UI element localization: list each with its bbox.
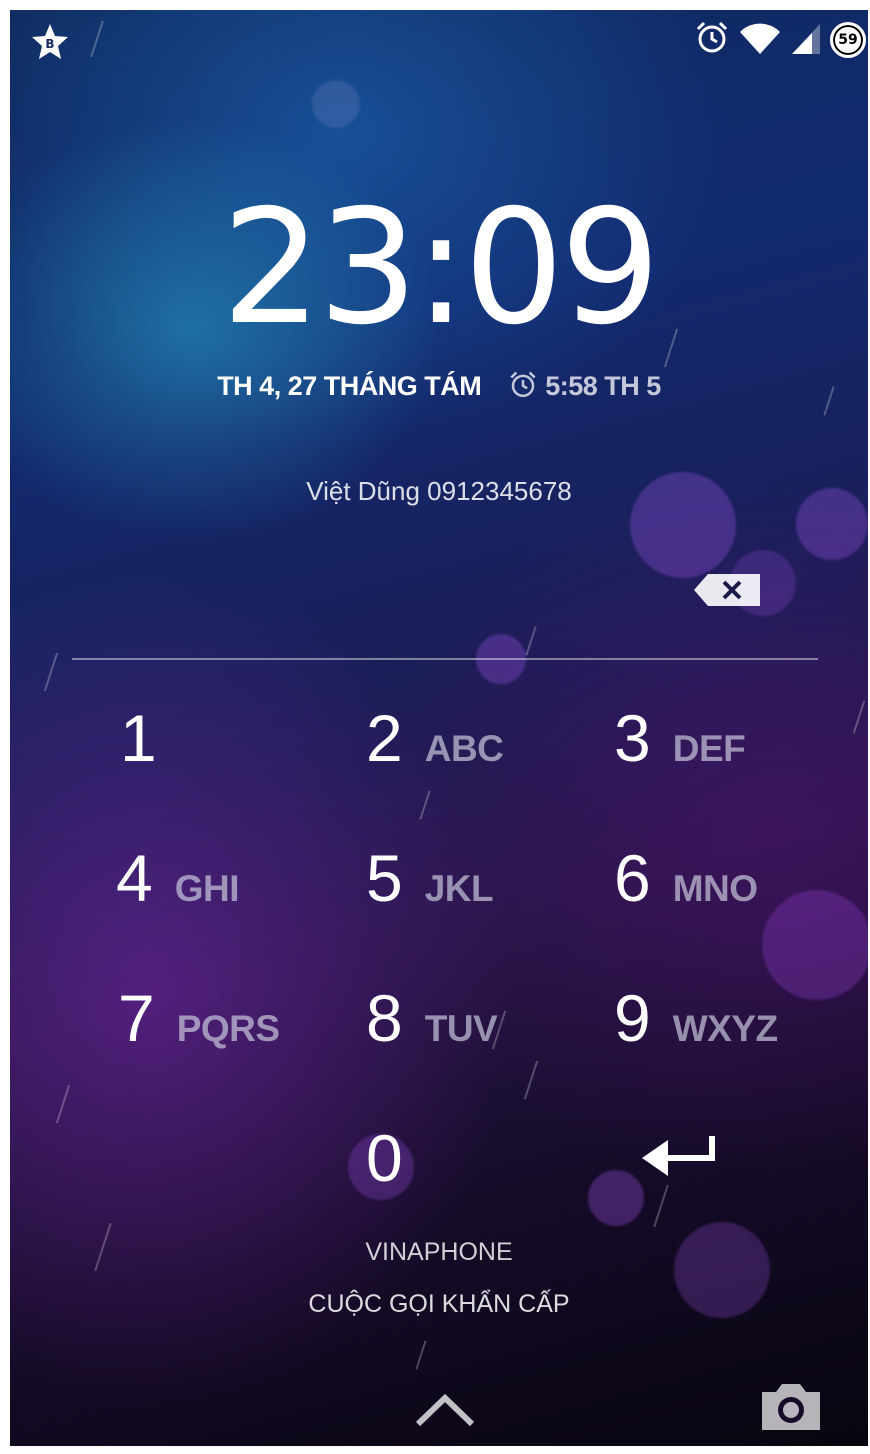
key-0[interactable]: 0 [366, 1108, 403, 1208]
rain-streak [525, 626, 537, 656]
enter-arrow-icon[interactable] [640, 1128, 726, 1184]
key-5[interactable]: 5 JKL [366, 828, 494, 928]
alarm-icon [694, 20, 730, 60]
camera-icon[interactable] [758, 1380, 824, 1434]
rain-streak [43, 652, 59, 692]
key-2[interactable]: 2 ABC [366, 688, 504, 788]
key-3[interactable]: 3 DEF [614, 688, 746, 788]
clock-time: 23:09 [221, 176, 660, 360]
carrier-label: VINAPHONE [365, 1238, 513, 1266]
key-9[interactable]: 9 WXYZ [614, 968, 778, 1068]
status-bar: B 59 [10, 10, 868, 70]
rain-streak [55, 1084, 71, 1124]
key-8[interactable]: 8 TUV [366, 968, 498, 1068]
svg-text:B: B [45, 37, 54, 51]
alarm-icon [510, 371, 536, 398]
date-text: TH 4, 27 THÁNG TÁM [217, 371, 482, 401]
lock-screen: B 59 23:09 TH 4, 27 THÁNG TÁM 5:58 TH 5 … [10, 10, 868, 1446]
rain-streak [419, 790, 431, 820]
next-alarm: 5:58 TH 5 [508, 371, 661, 401]
rain-streak [523, 1060, 539, 1100]
battery-indicator: 59 [830, 22, 866, 58]
battery-level: 59 [838, 32, 858, 48]
key-7[interactable]: 7 PQRS [118, 968, 280, 1068]
backspace-icon[interactable] [694, 574, 760, 606]
pin-divider [72, 658, 818, 660]
rain-streak [653, 1184, 669, 1228]
wifi-icon [738, 20, 782, 60]
rain-streak [415, 1340, 427, 1370]
chevron-up-icon[interactable] [412, 1390, 478, 1430]
next-alarm-time: 5:58 TH 5 [545, 371, 661, 401]
bokeh-light [762, 890, 868, 1000]
star-app-icon: B [30, 22, 70, 66]
bokeh-light [312, 80, 360, 128]
emergency-call-button[interactable]: CUỘC GỌI KHẨN CẤP [10, 1290, 868, 1319]
rain-streak [852, 700, 866, 734]
key-1[interactable]: 1 [120, 688, 157, 788]
signal-icon [790, 20, 822, 60]
owner-info: Việt Dũng 0912345678 [306, 476, 572, 506]
date-row: TH 4, 27 THÁNG TÁM 5:58 TH 5 [10, 370, 868, 402]
key-6[interactable]: 6 MNO [614, 828, 758, 928]
bokeh-light [588, 1170, 644, 1226]
key-4[interactable]: 4 GHI [116, 828, 240, 928]
